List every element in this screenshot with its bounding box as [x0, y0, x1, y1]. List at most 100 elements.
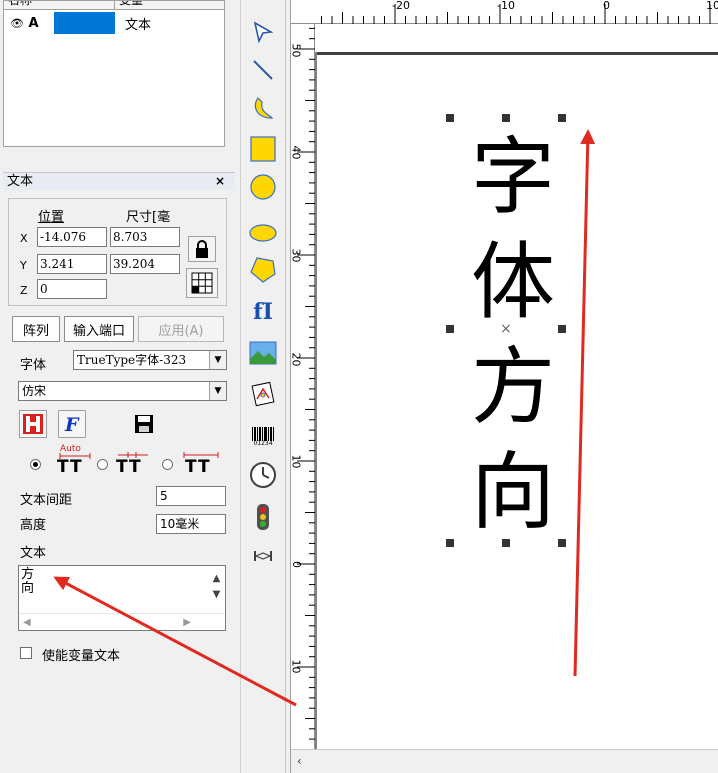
- x-label: X: [20, 232, 28, 245]
- clock-icon: [250, 462, 276, 488]
- canvas-hscrollbar[interactable]: ‹: [291, 749, 718, 773]
- y-size-field[interactable]: 39.204: [110, 254, 180, 274]
- save-icon: [135, 415, 153, 433]
- curve-tool[interactable]: [247, 93, 279, 125]
- font-name-select[interactable]: 仿宋 ▼: [18, 381, 227, 401]
- z-label: Z: [20, 284, 28, 297]
- rectangle-tool[interactable]: [247, 133, 279, 165]
- height-field[interactable]: 10毫米: [156, 514, 226, 534]
- text-glyph: 方: [470, 338, 555, 436]
- text-tool-icon[interactable]: fI: [247, 296, 279, 328]
- position-label: 位置: [38, 210, 65, 225]
- delay-tool[interactable]: [247, 540, 279, 572]
- font-type-value: TrueType字体-323: [77, 353, 187, 367]
- close-icon[interactable]: ×: [215, 173, 225, 190]
- ruler-top-label: 0: [603, 0, 610, 12]
- save-button[interactable]: [130, 410, 158, 438]
- col-var-header[interactable]: 变量: [115, 1, 224, 9]
- object-name: 文本: [125, 17, 152, 33]
- scroll-left-icon[interactable]: ‹: [297, 754, 302, 768]
- resize-handle[interactable]: [558, 539, 566, 547]
- array-button[interactable]: 阵列: [12, 316, 60, 342]
- rectangle-icon: [250, 136, 276, 162]
- object-selected-cell[interactable]: [54, 12, 115, 34]
- resize-handle[interactable]: [446, 325, 454, 333]
- text-spacing-field[interactable]: 5: [156, 486, 226, 506]
- drawing-toolbar: fI 01234: [240, 0, 286, 773]
- delay-icon: [254, 551, 272, 561]
- anchor-grid-button[interactable]: [186, 268, 218, 298]
- panel-title-bar: 文本 ×: [3, 172, 235, 190]
- ruler-left-label: 40: [289, 145, 303, 160]
- page-border: [315, 52, 317, 749]
- object-row[interactable]: 👁 A 文本: [4, 11, 224, 35]
- input-port-button[interactable]: 输入端口: [64, 316, 134, 342]
- ruler-left-label: 30: [289, 248, 303, 263]
- barcode-caption: 01234: [253, 440, 273, 447]
- scroll-down-icon[interactable]: ▼: [208, 588, 225, 602]
- z-position-field[interactable]: 0: [37, 279, 107, 299]
- rotation-center-marker[interactable]: ×: [500, 321, 512, 337]
- apply-button[interactable]: 应用(A): [138, 316, 224, 342]
- svg-text:F: F: [64, 414, 80, 435]
- resize-handle[interactable]: [502, 114, 510, 122]
- bitmap-tool[interactable]: [247, 337, 279, 369]
- text-line-2: 向: [21, 581, 35, 596]
- signal-tool[interactable]: [247, 501, 279, 533]
- object-list[interactable]: 名称 变量 👁 A 文本: [3, 0, 225, 147]
- line-tool[interactable]: [247, 54, 279, 86]
- text-content-input[interactable]: 方 向 ▲ ▼ ◀ ▶: [18, 565, 226, 631]
- node-edit-tool[interactable]: [247, 16, 279, 48]
- chevron-down-icon[interactable]: ▼: [209, 351, 226, 369]
- polygon-icon: [250, 257, 276, 283]
- enable-variable-text-checkbox[interactable]: [20, 647, 32, 659]
- ellipse-icon: [249, 224, 277, 242]
- font-style-button[interactable]: F: [58, 410, 86, 438]
- lock-ratio-button[interactable]: [188, 236, 216, 262]
- text-content-label: 文本: [20, 546, 47, 561]
- font-type-select[interactable]: TrueType字体-323 ▼: [73, 350, 227, 370]
- node-edit-icon: [253, 21, 274, 44]
- ruler-left-label: 10: [289, 454, 303, 469]
- chevron-down-icon[interactable]: ▼: [209, 382, 226, 400]
- y-label: Y: [20, 259, 27, 272]
- resize-handle[interactable]: [446, 114, 454, 122]
- x-position-field[interactable]: -14.076: [37, 227, 107, 247]
- vector-file-tool[interactable]: [247, 378, 279, 410]
- font-library-button[interactable]: [19, 410, 47, 438]
- lock-icon: [196, 240, 208, 258]
- ruler-left-label: 20: [289, 352, 303, 367]
- size-label: 尺寸[毫: [126, 210, 171, 225]
- resize-handle[interactable]: [558, 114, 566, 122]
- text-vscrollbar[interactable]: ▲ ▼: [208, 566, 225, 614]
- y-position-field[interactable]: 3.241: [37, 254, 107, 274]
- barcode-tool[interactable]: 01234: [247, 421, 279, 453]
- vertical-text-object[interactable]: 字 体 方 向: [468, 125, 558, 545]
- timer-tool[interactable]: [247, 459, 279, 491]
- resize-handle[interactable]: [558, 325, 566, 333]
- scroll-left-icon[interactable]: ◀: [23, 616, 31, 630]
- ellipse-tool[interactable]: [247, 217, 279, 249]
- circle-icon: [250, 174, 276, 200]
- char-spacing-radio[interactable]: [97, 459, 108, 470]
- tt-width-glyph: TT: [185, 457, 211, 477]
- text-glyph: 体: [470, 233, 555, 331]
- resize-handle[interactable]: [446, 539, 454, 547]
- text-hscrollbar[interactable]: ◀ ▶: [19, 613, 225, 630]
- enable-variable-text-label: 使能变量文本: [42, 649, 121, 664]
- x-size-field[interactable]: 8.703: [110, 227, 180, 247]
- scroll-right-icon[interactable]: ▶: [183, 616, 191, 630]
- col-name-header[interactable]: 名称: [4, 1, 115, 9]
- ruler-top-label: 10: [706, 0, 718, 12]
- width-spacing-radio[interactable]: [162, 459, 173, 470]
- text-glyph: 向: [470, 443, 555, 541]
- font-label: 字体: [20, 358, 47, 373]
- auto-spacing-radio[interactable]: [30, 459, 41, 470]
- scroll-up-icon[interactable]: ▲: [208, 572, 225, 586]
- eye-icon[interactable]: 👁: [10, 17, 24, 30]
- italic-f-icon: F: [64, 414, 80, 435]
- circle-tool[interactable]: [247, 171, 279, 203]
- polygon-tool[interactable]: [247, 254, 279, 286]
- ruler-ticks-left: [297, 27, 315, 740]
- curve-icon: [254, 97, 274, 119]
